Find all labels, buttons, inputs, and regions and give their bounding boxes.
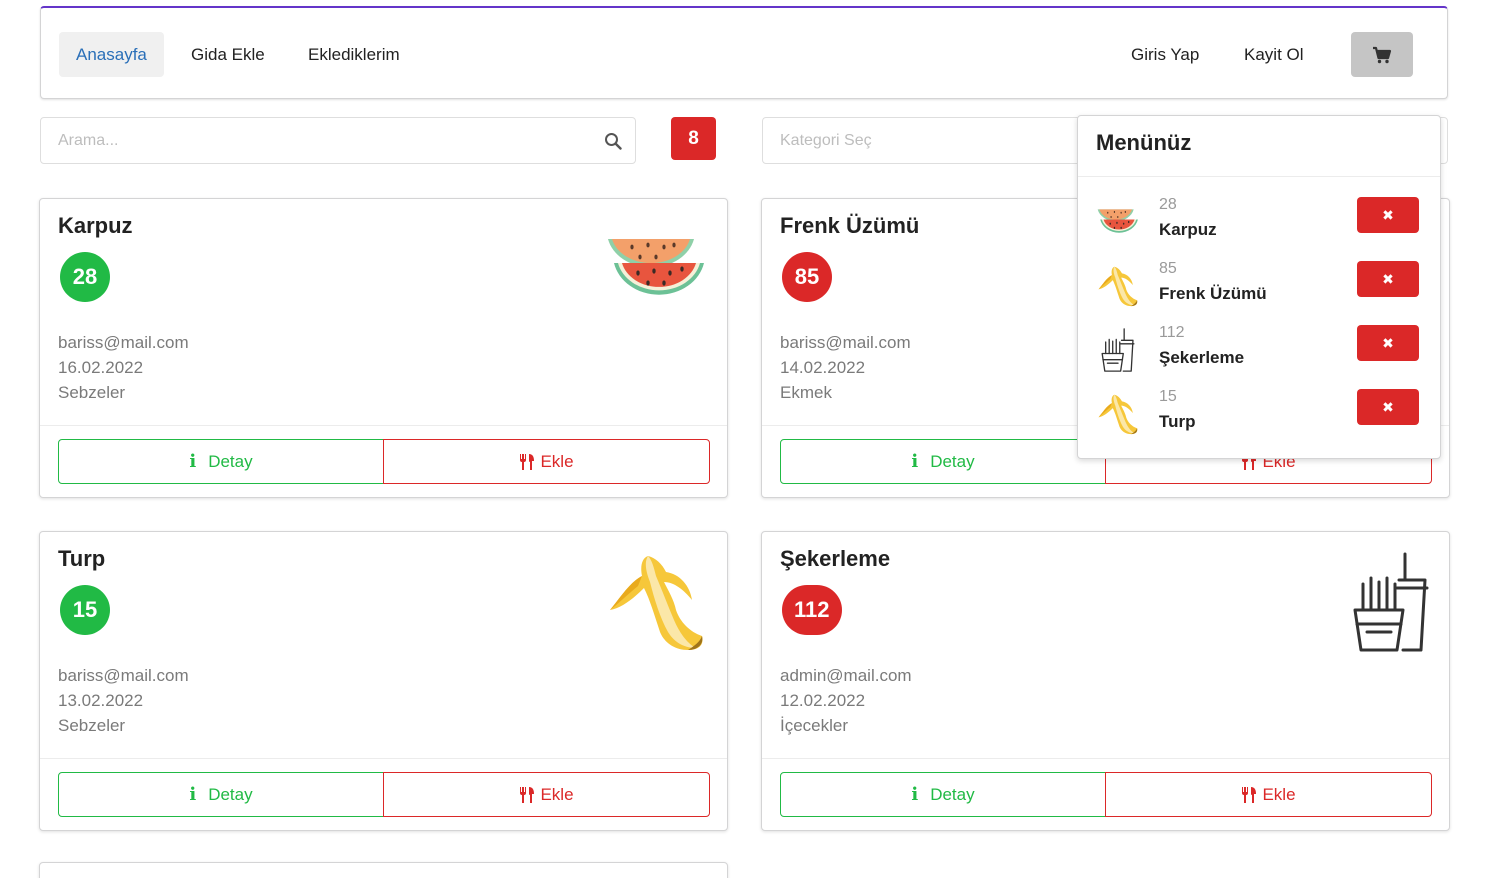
author-email: admin@mail.com <box>780 666 912 685</box>
fries-drink-icon <box>1353 552 1429 652</box>
top-navbar: Anasayfa Gida Ekle Eklediklerim Giris Ya… <box>40 6 1448 99</box>
author-email: bariss@mail.com <box>780 333 911 352</box>
calorie-badge: 28 <box>60 252 110 302</box>
add-button-label: Ekle <box>540 451 574 471</box>
food-category: İçecekler <box>780 716 849 735</box>
add-button-label: Ekle <box>1262 784 1296 804</box>
food-category: Sebzeler <box>58 716 126 735</box>
menu-item-name: Frenk Üzümü <box>1159 284 1267 303</box>
menu-item: 15 Turp ✖ <box>1078 388 1440 448</box>
utensils-icon <box>520 453 535 470</box>
banana-icon <box>610 556 703 650</box>
detail-button[interactable]: i Detay <box>58 772 384 817</box>
detail-button-label: Detay <box>930 784 975 804</box>
menu-item: 28 Karpuz ✖ <box>1078 196 1440 256</box>
watermelon-icon <box>1097 209 1138 233</box>
menu-divider <box>1078 176 1440 177</box>
menu-item-name: Karpuz <box>1159 220 1217 239</box>
cart-button[interactable] <box>1351 32 1413 77</box>
card-divider <box>762 758 1449 759</box>
food-card <box>39 862 728 878</box>
menu-item-calories: 112 <box>1159 324 1185 341</box>
detail-button[interactable]: i Detay <box>780 772 1106 817</box>
detail-button-label: Detay <box>930 451 975 471</box>
utensils-icon <box>520 786 535 803</box>
food-card: Şekerleme 112 admin@mail.com 12.02.2022 … <box>761 531 1450 831</box>
menu-title: Menünüz <box>1096 130 1192 155</box>
menu-item-calories: 28 <box>1159 196 1177 213</box>
food-card: Karpuz 28 bariss@mail.com 16.02.2022 Seb… <box>39 198 728 498</box>
result-count-badge: 8 <box>671 117 716 160</box>
fries-drink-icon <box>1101 328 1135 372</box>
menu-item-calories: 85 <box>1159 260 1177 277</box>
detail-button[interactable]: i Detay <box>58 439 384 484</box>
added-date: 16.02.2022 <box>58 358 144 377</box>
search-box <box>40 117 636 164</box>
banana-icon <box>1098 266 1138 307</box>
close-icon: ✖ <box>1382 206 1394 223</box>
calorie-badge: 112 <box>782 585 842 635</box>
food-title: Frenk Üzümü <box>780 213 920 238</box>
info-icon: i <box>189 451 197 472</box>
login-link[interactable]: Giris Yap <box>1114 32 1216 77</box>
add-button-label: Ekle <box>540 784 574 804</box>
nav-item-eklediklerim[interactable]: Eklediklerim <box>291 32 417 77</box>
close-icon: ✖ <box>1382 270 1394 287</box>
detail-button[interactable]: i Detay <box>780 439 1106 484</box>
card-divider <box>40 425 727 426</box>
utensils-icon <box>1242 786 1257 803</box>
close-icon: ✖ <box>1382 398 1394 415</box>
food-title: Karpuz <box>58 213 133 238</box>
add-button[interactable]: Ekle <box>383 439 710 484</box>
watermelon-icon <box>608 239 704 295</box>
calorie-badge: 15 <box>60 585 110 635</box>
food-title: Şekerleme <box>780 546 891 571</box>
remove-button[interactable]: ✖ <box>1357 197 1419 233</box>
added-date: 12.02.2022 <box>780 691 866 710</box>
info-icon: i <box>189 784 197 805</box>
detail-button-label: Detay <box>208 451 253 471</box>
menu-item: 85 Frenk Üzümü ✖ <box>1078 260 1440 320</box>
food-category: Ekmek <box>780 383 832 402</box>
food-category: Sebzeler <box>58 383 126 402</box>
calorie-badge: 85 <box>782 252 832 302</box>
cart-icon <box>1373 46 1392 63</box>
menu-popup: Menünüz 28 Karpuz ✖ 85 Frenk Üzümü ✖ 112… <box>1077 115 1441 459</box>
info-icon: i <box>911 451 919 472</box>
banana-icon <box>1098 394 1138 435</box>
food-card: Turp 15 bariss@mail.com 13.02.2022 Sebze… <box>39 531 728 831</box>
remove-button[interactable]: ✖ <box>1357 261 1419 297</box>
nav-item-gida-ekle[interactable]: Gida Ekle <box>174 32 282 77</box>
added-date: 13.02.2022 <box>58 691 144 710</box>
detail-button-label: Detay <box>208 784 253 804</box>
added-date: 14.02.2022 <box>780 358 866 377</box>
remove-button[interactable]: ✖ <box>1357 325 1419 361</box>
food-title: Turp <box>58 546 106 571</box>
menu-item-calories: 15 <box>1159 388 1177 405</box>
add-button[interactable]: Ekle <box>383 772 710 817</box>
remove-button[interactable]: ✖ <box>1357 389 1419 425</box>
menu-item: 112 Şekerleme ✖ <box>1078 324 1440 384</box>
info-icon: i <box>911 784 919 805</box>
add-button[interactable]: Ekle <box>1105 772 1432 817</box>
card-divider <box>40 758 727 759</box>
search-input[interactable] <box>41 118 635 163</box>
close-icon: ✖ <box>1382 334 1394 351</box>
nav-item-anasayfa[interactable]: Anasayfa <box>59 32 164 77</box>
menu-item-name: Turp <box>1159 412 1196 431</box>
author-email: bariss@mail.com <box>58 666 189 685</box>
search-icon[interactable] <box>604 132 622 150</box>
menu-item-name: Şekerleme <box>1159 348 1245 367</box>
author-email: bariss@mail.com <box>58 333 189 352</box>
register-link[interactable]: Kayit Ol <box>1227 32 1321 77</box>
